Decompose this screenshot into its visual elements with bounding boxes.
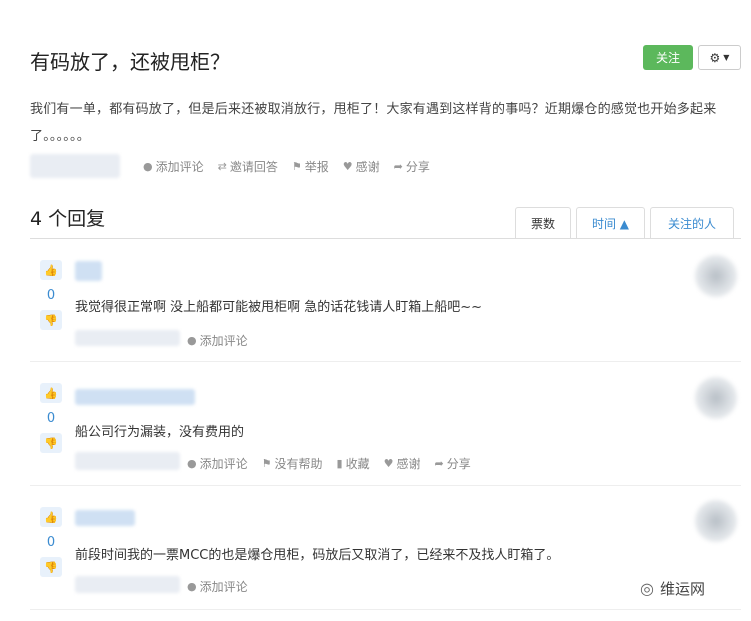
downvote-button[interactable]: 👎	[40, 557, 62, 577]
vote-count: 0	[46, 287, 56, 303]
tab-time[interactable]: 时间 ▲	[576, 207, 645, 238]
share-icon: ➦	[393, 160, 403, 173]
thumbs-up-icon: 👍	[44, 510, 58, 524]
thumbs-up-icon: 👍	[44, 386, 58, 400]
share-button[interactable]: ➦ 分享	[434, 455, 470, 472]
gear-icon: ⚙	[709, 50, 721, 65]
add-comment-button[interactable]: ● 添加评论	[187, 455, 248, 472]
add-comment-button[interactable]: ● 添加评论	[187, 332, 248, 349]
upvote-button[interactable]: 👍	[40, 383, 62, 403]
answer-text: 前段时间我的一票MCC的也是爆仓甩柜，码放后又取消了，已经来不及找人盯箱了。	[75, 548, 560, 563]
answer-meta	[75, 330, 180, 346]
page-title: 有码放了，还被甩柜？	[30, 50, 230, 74]
share-icon: ➦	[434, 457, 444, 470]
heart-icon: ♥	[342, 160, 353, 173]
comment-icon: ●	[187, 334, 197, 347]
flag-icon: ⚑	[291, 160, 302, 173]
answer-divider	[30, 361, 741, 362]
avatar[interactable]	[695, 255, 737, 297]
bookmark-icon: ▮	[336, 457, 343, 470]
thumbs-down-icon: 👎	[44, 560, 58, 574]
thanks-button[interactable]: ♥ 感谢	[343, 158, 380, 175]
tab-votes[interactable]: 票数	[515, 207, 571, 238]
heart-icon: ♥	[383, 457, 394, 470]
answer-meta	[75, 452, 180, 470]
not-helpful-button[interactable]: ⚑ 没有帮助	[262, 455, 323, 472]
answer-actions: ● 添加评论	[187, 578, 248, 595]
follow-button[interactable]: 关注	[643, 45, 693, 70]
question-body: 我们有一单，都有码放了，但是后来还被取消放行，甩柜了！大家有遇到这样背的事吗？近…	[30, 102, 717, 144]
thumbs-down-icon: 👎	[44, 313, 58, 327]
answer-author-name[interactable]	[75, 389, 195, 405]
tab-followed[interactable]: 关注的人	[650, 207, 734, 238]
watermark: ◎ 维运网	[640, 578, 705, 599]
upvote-button[interactable]: 👍	[40, 260, 62, 280]
upvote-button[interactable]: 👍	[40, 507, 62, 527]
wechat-icon: ◎	[640, 579, 654, 598]
answer-divider	[30, 609, 741, 610]
downvote-button[interactable]: 👎	[40, 433, 62, 453]
vote-count: 0	[46, 410, 56, 426]
answer-actions: ● 添加评论 ⚑ 没有帮助 ▮ 收藏 ♥ 感谢 ➦ 分享	[187, 455, 471, 472]
vote-count: 0	[46, 534, 56, 550]
bookmark-button[interactable]: ▮ 收藏	[337, 455, 370, 472]
flag-icon: ⚑	[261, 457, 272, 470]
vote-widget: 👍 0 👎	[40, 260, 62, 330]
asker-avatar[interactable]	[30, 154, 120, 178]
watermark-label: 维运网	[659, 580, 705, 598]
answer-text: 船公司行为漏装，没有费用的	[75, 425, 245, 440]
vote-widget: 👍 0 👎	[40, 507, 62, 577]
avatar[interactable]	[695, 377, 737, 419]
comment-icon: ●	[187, 457, 197, 470]
avatar[interactable]	[695, 500, 737, 542]
thanks-button[interactable]: ♥ 感谢	[384, 455, 421, 472]
report-button[interactable]: ⚑ 举报	[292, 158, 329, 175]
tabs-divider	[30, 238, 741, 239]
downvote-button[interactable]: 👎	[40, 310, 62, 330]
chevron-down-icon: ▼	[723, 53, 730, 62]
add-comment-button[interactable]: ● 添加评论	[187, 578, 248, 595]
comment-icon: ●	[187, 580, 197, 593]
invite-answer-button[interactable]: ⇄ 邀请回答	[218, 158, 278, 175]
add-comment-button[interactable]: ● 添加评论	[143, 158, 204, 175]
answers-count: 4 个回复	[30, 208, 106, 230]
answer-author-name[interactable]	[75, 261, 102, 281]
thumbs-up-icon: 👍	[44, 263, 58, 277]
answer-divider	[30, 485, 741, 486]
comment-icon: ●	[143, 160, 153, 173]
answer-actions: ● 添加评论	[187, 332, 248, 349]
share-button[interactable]: ➦ 分享	[394, 158, 430, 175]
answer-meta	[75, 576, 180, 593]
answer-author-name[interactable]	[75, 510, 135, 526]
question-actions: ● 添加评论 ⇄ 邀请回答 ⚑ 举报 ♥ 感谢 ➦ 分享	[143, 158, 430, 175]
answer-text: 我觉得很正常啊 没上船都可能被甩柜啊 急的话花钱请人盯箱上船吧~~	[75, 300, 483, 315]
settings-dropdown-button[interactable]: ⚙ ▼	[698, 45, 741, 70]
sort-tabs: 票数 时间 ▲ 关注的人	[515, 207, 734, 238]
thumbs-down-icon: 👎	[44, 436, 58, 450]
retweet-icon: ⇄	[217, 160, 227, 173]
vote-widget: 👍 0 👎	[40, 383, 62, 453]
